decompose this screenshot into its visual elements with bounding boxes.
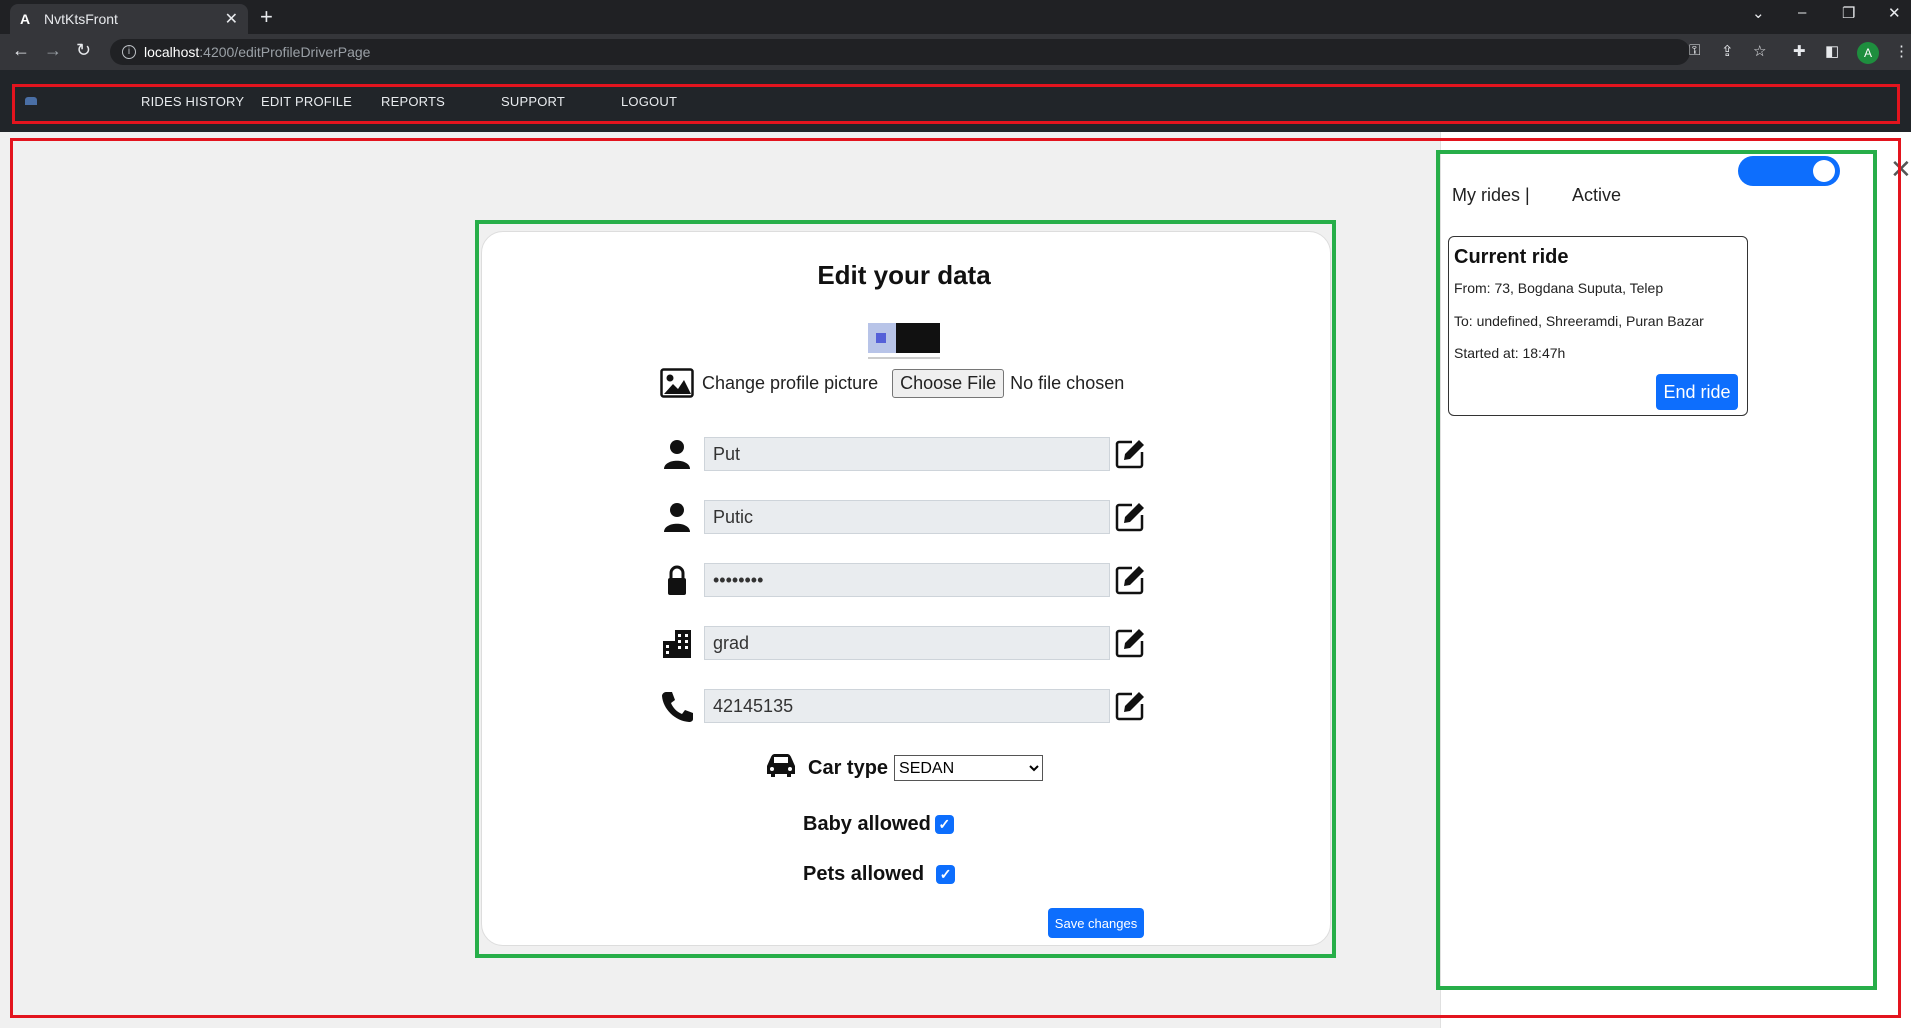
window-close-icon[interactable]: ✕ [1888,4,1901,22]
new-tab-icon[interactable]: + [260,4,273,30]
key-icon[interactable]: ⚿ [1689,42,1700,59]
profile-avatar[interactable]: A [1857,42,1879,64]
site-info-icon[interactable]: i [122,45,136,59]
url-path: :4200/editProfileDriverPage [199,44,371,60]
tab-title: NvtKtsFront [44,11,118,27]
content-highlight-frame [10,138,1901,1018]
menu-kebab-icon[interactable]: ⋮ [1894,42,1909,60]
back-icon[interactable]: ← [12,40,30,61]
navbar-highlight-frame [12,84,1900,124]
extensions-icon[interactable]: ✚ [1793,42,1806,60]
browser-tab-bar: A NvtKtsFront ✕ + ⌄ – ❐ ✕ [0,0,1911,34]
tab-close-icon[interactable]: ✕ [225,9,238,29]
url-host: localhost [144,44,200,60]
address-bar-row: ← → ↻ i localhost:4200/editProfileDriver… [0,34,1911,70]
minimize-icon[interactable]: – [1798,4,1806,21]
restore-icon[interactable]: ❐ [1842,4,1855,22]
bookmark-star-icon[interactable]: ☆ [1753,42,1766,60]
share-icon[interactable]: ⇪ [1721,42,1734,60]
reload-icon[interactable]: ↻ [76,40,91,61]
tab-favicon: A [20,11,31,27]
url-input[interactable]: i localhost:4200/editProfileDriverPage [110,39,1690,65]
side-panel-icon[interactable]: ◧ [1825,42,1839,60]
browser-tab[interactable]: A NvtKtsFront ✕ [10,4,248,34]
forward-icon[interactable]: → [44,40,62,61]
tab-search-icon[interactable]: ⌄ [1752,4,1765,22]
